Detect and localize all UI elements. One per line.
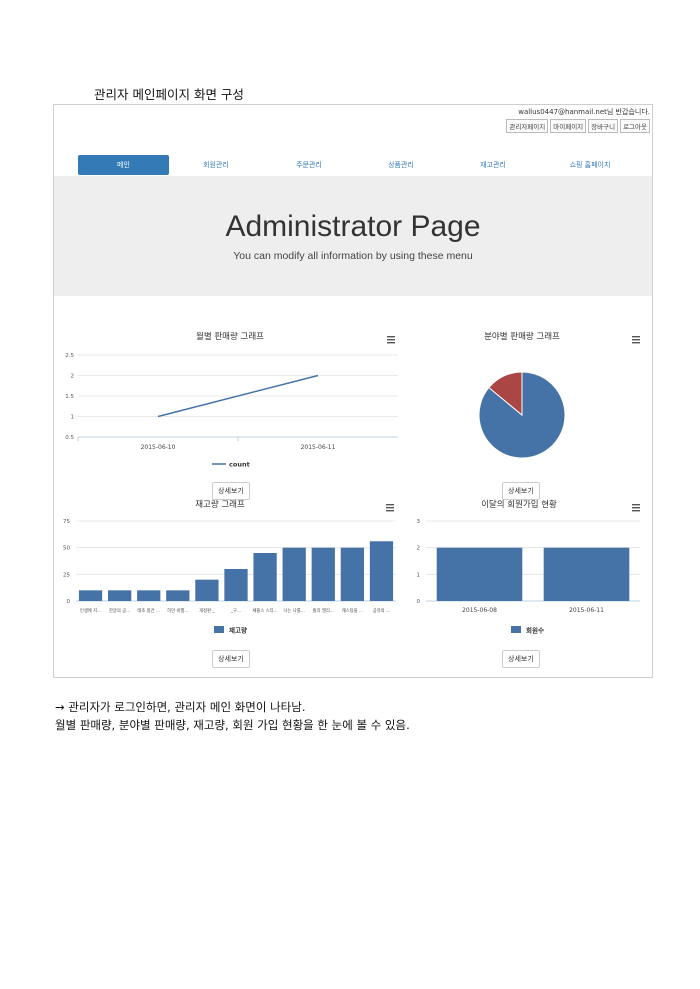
bar (224, 569, 248, 601)
bar (137, 590, 161, 601)
jumbotron: Administrator Page You can modify all in… (54, 176, 652, 296)
legend-label: count (229, 461, 250, 469)
top-links: 관리자페이지 마이페이지 장바구니 로그아웃 (506, 119, 650, 133)
x-tick-label: 빌리 엘리... (313, 607, 334, 614)
y-tick-label: 3 (417, 519, 421, 525)
user-bar: wallus0447@hanmail.net님 반갑습니다. 관리자페이지 마이… (506, 107, 650, 133)
x-tick-label: 개정판 _ (199, 607, 215, 614)
y-tick-label: 50 (63, 546, 70, 552)
monthly-sales-chart: 월별 판매량 그래프 0.5 1 1.5 2 2.5 2015-06-10 2015-06-1… (65, 331, 398, 469)
hamburger-menu-icon[interactable] (386, 504, 394, 512)
y-tick-label: 25 (63, 572, 70, 578)
x-tick-label: 태조 왕건 ... (137, 607, 160, 614)
x-tick-label: 공유의 ... (373, 607, 390, 614)
main-nav: 메인 회원관리 주문관리 상품관리 재고관리 쇼핑 홈페이지 (78, 155, 638, 175)
member-signup-chart: 이달의 회원가입 현황 0 1 2 3 2015-06-08 2015-06-11 회원수 (417, 499, 640, 635)
legend-symbol (511, 626, 521, 633)
member-signup-detail-button[interactable]: 상세보기 (502, 650, 540, 668)
y-tick-label: 2 (71, 374, 75, 380)
category-sales-chart: 분야별 판매량 그래프 (478, 331, 640, 459)
x-tick-label: 2015-06-10 (141, 444, 176, 451)
document-heading: 관리자 메인페이지 화면 구성 (94, 87, 244, 102)
chart-title: 이달의 회원가입 현황 (481, 499, 557, 510)
x-tick-label: 한글의 공... (109, 607, 130, 614)
legend-label: 회원수 (526, 626, 544, 635)
y-tick-label: 75 (63, 519, 70, 525)
bar (253, 553, 277, 601)
y-tick-label: 1 (417, 572, 421, 578)
category-sales-detail-button[interactable]: 상세보기 (502, 482, 540, 500)
bar (282, 547, 306, 601)
y-tick-label: 0 (67, 599, 71, 605)
page-subtitle: You can modify all information by using … (233, 250, 473, 262)
y-tick-label: 1.5 (65, 394, 74, 400)
x-tick-label: 나는 나를... (284, 607, 305, 614)
nav-item-main[interactable]: 메인 (78, 155, 169, 175)
admin-page-screenshot: wallus0447@hanmail.net님 반갑습니다. 관리자페이지 마이… (53, 104, 653, 678)
x-tick-label: 2015-06-11 (569, 607, 604, 614)
y-tick-label: 0.5 (65, 435, 74, 441)
bar (543, 547, 630, 601)
legend-label: 재고량 (229, 626, 247, 635)
page-title: Administrator Page (225, 210, 481, 243)
legend-symbol (214, 626, 224, 633)
bar (195, 579, 219, 601)
x-tick-label: 인생에 지... (80, 607, 101, 614)
x-tick-label: 캐스팅을 ... (342, 607, 363, 614)
x-tick-label: 하얀 비행... (167, 607, 188, 614)
welcome-text: wallus0447@hanmail.net님 반갑습니다. (518, 108, 650, 116)
bar (369, 541, 394, 601)
logout-button[interactable]: 로그아웃 (620, 119, 650, 133)
nav-item-members[interactable]: 회원관리 (173, 155, 259, 175)
nav-item-stock[interactable]: 재고관리 (450, 155, 536, 175)
x-tick-label: _구... (230, 608, 241, 614)
hamburger-menu-icon[interactable] (632, 504, 640, 512)
summary-note-line1: → 관리자가 로그인하면, 관리자 메인 화면이 나타남. (55, 700, 306, 714)
chart-title: 분야별 판매량 그래프 (484, 331, 560, 342)
chart-title: 재고량 그래프 (195, 499, 245, 510)
summary-note-line2: 월별 판매량, 분야별 판매량, 재고량, 회원 가입 현황을 한 눈에 볼 수… (55, 718, 410, 732)
stock-detail-button[interactable]: 상세보기 (212, 650, 250, 668)
bar (166, 590, 190, 601)
nav-item-products[interactable]: 상품관리 (358, 155, 444, 175)
stock-chart: 재고량 그래프 0 25 50 75 인생에 지... 한글의 공... 태조 왕건 ... 하… (63, 499, 396, 635)
hamburger-menu-icon[interactable] (632, 336, 640, 344)
x-tick-label: 채플스 스티... (252, 607, 277, 614)
admin-page-button[interactable]: 관리자페이지 (506, 119, 549, 133)
nav-item-orders[interactable]: 주문관리 (266, 155, 352, 175)
cart-button[interactable]: 장바구니 (588, 119, 619, 133)
y-tick-label: 2 (417, 546, 421, 552)
my-page-button[interactable]: 마이페이지 (550, 119, 587, 133)
bar (340, 547, 364, 601)
bar (436, 547, 523, 601)
bar (108, 590, 132, 601)
monthly-sales-detail-button[interactable]: 상세보기 (212, 482, 250, 500)
hamburger-menu-icon[interactable] (387, 336, 395, 344)
nav-item-shop-home[interactable]: 쇼핑 홈페이지 (542, 155, 638, 175)
y-tick-label: 1 (71, 415, 75, 421)
bar (78, 590, 103, 601)
y-tick-label: 2.5 (65, 353, 74, 359)
x-tick-label: 2015-06-08 (462, 607, 497, 614)
y-tick-label: 0 (417, 599, 421, 605)
chart-title: 월별 판매량 그래프 (196, 331, 264, 342)
x-tick-label: 2015-06-11 (301, 444, 336, 451)
bar (311, 547, 335, 601)
